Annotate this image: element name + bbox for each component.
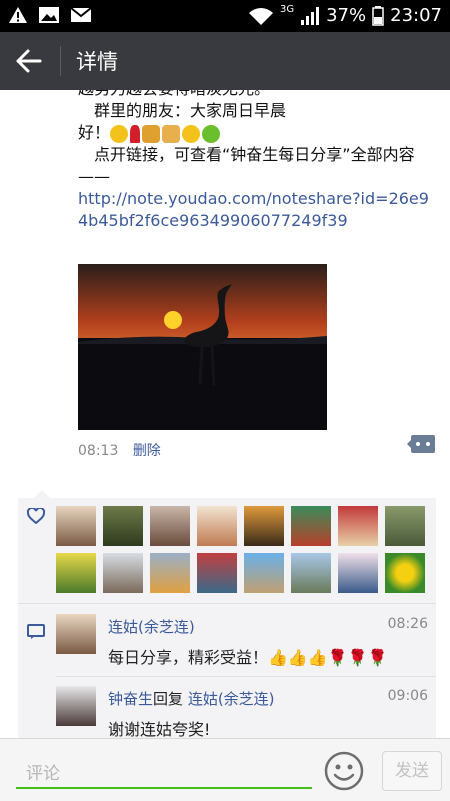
comment-icon (27, 624, 45, 639)
avatar[interactable] (244, 506, 284, 546)
post-text-link-intro: 点开链接，可查看“钟奋生每日分享”全部内容—— (78, 145, 415, 186)
avatar[interactable] (197, 506, 237, 546)
network-type: 3G (279, 4, 295, 15)
post-text-line: 点开链接，可查看“钟奋生每日分享”全部内容—— (78, 144, 438, 188)
title-divider (60, 46, 61, 76)
battery-icon (372, 5, 384, 26)
comment-time: 08:26 (387, 616, 428, 632)
avatar[interactable] (103, 553, 143, 593)
comment-input[interactable]: 评论 (16, 753, 312, 789)
avatar[interactable] (103, 506, 143, 546)
commenter-name[interactable]: 连姑(余芝连) (108, 616, 195, 637)
reply-word: 回复 (153, 690, 184, 708)
comment-item[interactable]: 钟奋生回复 连姑(余芝连) 09:06 谢谢连姑夸奖! (56, 686, 428, 738)
avatar[interactable] (385, 506, 425, 546)
post-meta: 08:13 删除 (78, 440, 161, 460)
heart-icon (27, 508, 45, 524)
emoji-smile-icon[interactable] (324, 751, 364, 791)
status-bar: 3G 37% 23:07 (0, 0, 450, 32)
fist-emoji-icon (162, 124, 181, 143)
title-bar: 详情 (0, 32, 450, 90)
delete-link[interactable]: 删除 (133, 443, 161, 459)
page-title: 详情 (76, 50, 118, 74)
commenter-name: 钟奋生回复 连姑(余芝连) (108, 688, 275, 709)
comment-input-bar: 评论 发送 (0, 738, 450, 801)
avatar[interactable] (244, 553, 284, 593)
image-icon (39, 7, 59, 23)
smile-emoji-icon (110, 124, 129, 143)
clock: 23:07 (390, 5, 442, 26)
avatar[interactable] (291, 506, 331, 546)
avatar[interactable] (150, 553, 190, 593)
post-time: 08:13 (78, 443, 119, 459)
comment-text: 谢谢连姑夸奖! (108, 720, 211, 738)
post-text-greeting-end: 好！ (78, 123, 111, 142)
post-image[interactable] (78, 264, 327, 430)
post-text-cut: 越努力越会要得暗淡无光。 (78, 90, 438, 100)
avatar[interactable] (56, 506, 96, 546)
wink-emoji-icon (182, 124, 201, 143)
comment-text: 每日分享，精彩受益！👍👍👍🌹🌹🌹 (108, 648, 388, 667)
battery-percent: 37% (326, 5, 367, 26)
wifi-icon (248, 7, 273, 25)
likes-section (18, 490, 436, 603)
reply-target[interactable]: 连姑(余芝连) (188, 690, 275, 708)
comment-time: 09:06 (387, 688, 428, 704)
avatar[interactable] (197, 553, 237, 593)
moment-detail[interactable]: 越努力越会要得暗淡无光。 群里的朋友：大家周日早晨 好！ 点开链接，可查看“钟奋… (0, 90, 450, 738)
commenter-name-link[interactable]: 钟奋生 (108, 690, 153, 708)
avatar[interactable] (338, 553, 378, 593)
warning-icon (9, 7, 27, 23)
comment-divider (56, 676, 436, 677)
comment-action-icon[interactable] (407, 434, 435, 454)
post-link[interactable]: http://note.youdao.com/noteshare?id=26e9… (78, 188, 438, 232)
comment-input-placeholder: 评论 (26, 764, 60, 784)
avatar[interactable] (150, 506, 190, 546)
avatar[interactable] (56, 553, 96, 593)
avatar[interactable] (385, 553, 425, 593)
emoji-row (110, 124, 221, 143)
rose-emoji-icon (130, 124, 141, 143)
money-emoji-icon (202, 124, 221, 143)
back-arrow-icon[interactable] (14, 47, 44, 75)
post-text-greeting: 群里的朋友：大家周日早晨 (94, 101, 287, 120)
handshake-emoji-icon (142, 124, 161, 143)
send-button[interactable]: 发送 (382, 751, 442, 791)
avatar[interactable] (291, 553, 331, 593)
post-text: 越努力越会要得暗淡无光。 群里的朋友：大家周日早晨 好！ 点开链接，可查看“钟奋… (78, 90, 438, 232)
comment-item[interactable]: 连姑(余芝连) 08:26 每日分享，精彩受益！👍👍👍🌹🌹🌹 (56, 614, 428, 674)
commenter-avatar[interactable] (56, 614, 96, 654)
comments-section: 连姑(余芝连) 08:26 每日分享，精彩受益！👍👍👍🌹🌹🌹 钟奋生回复 连姑(… (18, 603, 436, 738)
mail-icon (70, 7, 92, 22)
post-text-line: 群里的朋友：大家周日早晨 (78, 100, 438, 122)
signal-icon (301, 6, 320, 25)
post-text-line: 好！ (78, 122, 438, 144)
commenter-avatar[interactable] (56, 686, 96, 726)
avatar[interactable] (338, 506, 378, 546)
